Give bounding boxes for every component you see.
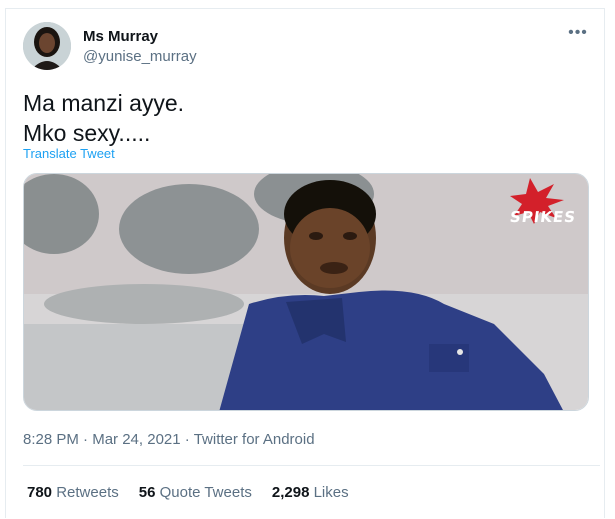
tweet-stats: 780 Retweets 56 Quote Tweets 2,298 Likes [27,484,369,501]
quotes-label: Quote Tweets [159,484,252,501]
tweet-date[interactable]: Mar 24, 2021 [92,431,180,448]
likes-count: 2,298 [271,484,310,501]
author-name[interactable]: Ms Murray [83,28,158,45]
translate-tweet-link[interactable]: Translate Tweet [23,146,115,161]
meta-separator: · [83,431,89,448]
divider [23,465,600,466]
retweets-count: 780 [27,484,53,501]
avatar-image [23,22,71,70]
media-watermark: SPIKES [508,208,578,226]
likes-label: Likes [313,484,349,501]
meta-separator: · [184,431,190,448]
tweet-text: Ma manzi ayye. Mko sexy..... [23,88,184,148]
tweet-media[interactable]: SPIKES [23,173,589,411]
retweets-stat[interactable]: 780 Retweets [27,484,119,501]
avatar[interactable] [23,22,71,70]
tweet-source[interactable]: Twitter for Android [194,431,315,448]
likes-stat[interactable]: 2,298 Likes [272,484,349,501]
tweet-line: Mko sexy..... [23,120,151,146]
author-handle[interactable]: @yunise_murray [83,48,197,65]
more-options-icon[interactable]: ••• [567,24,589,42]
retweets-label: Retweets [56,484,119,501]
quotes-count: 56 [138,484,156,501]
tweet-meta: 8:28 PM · Mar 24, 2021 · Twitter for And… [23,431,315,448]
tweet-time[interactable]: 8:28 PM [23,431,79,448]
tweet-line: Ma manzi ayye. [23,90,185,116]
media-image [24,174,588,410]
quotes-stat[interactable]: 56 Quote Tweets [139,484,252,501]
